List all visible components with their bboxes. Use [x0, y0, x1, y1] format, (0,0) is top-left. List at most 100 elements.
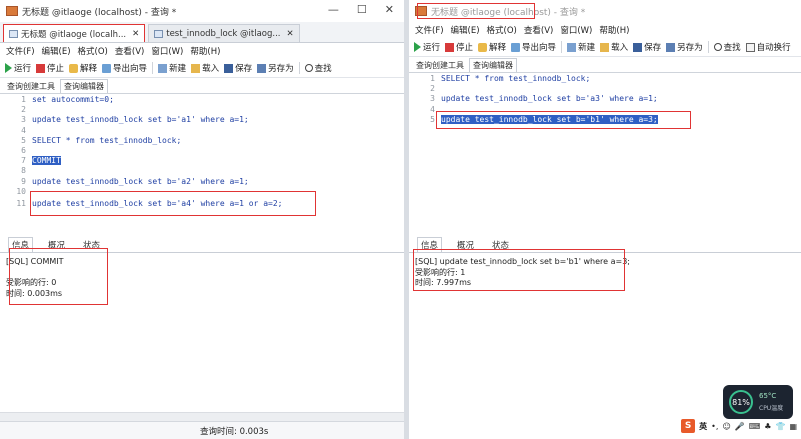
- new-button[interactable]: 新建: [158, 62, 186, 74]
- wrap-icon: [745, 42, 755, 52]
- explain-button[interactable]: 解释: [478, 41, 506, 53]
- query-time: 查询时间: 0.003s: [200, 426, 269, 437]
- find-label: 查找: [723, 43, 741, 53]
- grid-icon[interactable]: ▦: [789, 422, 797, 431]
- code-line: 4: [0, 126, 404, 136]
- export-label: 导出向导: [522, 43, 557, 53]
- keyboard-icon[interactable]: ⌨: [749, 422, 761, 431]
- save-as-button[interactable]: 另存为: [257, 62, 294, 74]
- menu-file[interactable]: 文件(F): [6, 45, 35, 57]
- menu-bar: 文件(F) 编辑(E) 格式(O) 查看(V) 窗口(W) 帮助(H): [409, 23, 801, 37]
- toolbar-separator: [152, 62, 154, 74]
- menu-file[interactable]: 文件(F): [415, 24, 444, 36]
- menu-view[interactable]: 查看(V): [115, 45, 144, 57]
- code-text: update test_innodb_lock set b='a3' where…: [441, 94, 658, 104]
- run-button[interactable]: 运行: [414, 41, 440, 53]
- stop-button[interactable]: 停止: [445, 41, 473, 53]
- tab-label: 无标题 @itlaoge (localh...: [21, 29, 127, 40]
- new-button[interactable]: 新建: [567, 41, 595, 53]
- system-tray: S 英 •, ☺ 🎤 ⌨ ♣ 👕 ▦: [681, 419, 797, 433]
- code-text: update test_innodb_lock set b='a1' where…: [32, 115, 249, 125]
- export-wizard-button[interactable]: 导出向导: [511, 41, 556, 53]
- code-line: 5 SELECT * from test_innodb_lock;: [0, 136, 404, 146]
- tab-query-builder[interactable]: 查询创建工具: [413, 59, 467, 72]
- new-icon: [158, 63, 168, 73]
- menu-edit[interactable]: 编辑(E): [42, 45, 71, 57]
- line-number: 3: [430, 94, 435, 104]
- save-as-button[interactable]: 另存为: [666, 41, 703, 53]
- tshirt-icon[interactable]: 👕: [775, 422, 785, 431]
- table-icon: [154, 29, 164, 38]
- tab-query-builder[interactable]: 查询创建工具: [4, 80, 58, 93]
- save-label: 保存: [235, 64, 253, 74]
- save-button[interactable]: 保存: [224, 62, 252, 74]
- menu-window[interactable]: 窗口(W): [151, 45, 183, 57]
- tab-untitled-query[interactable]: 无标题 @itlaoge (localh... ✕: [3, 24, 146, 42]
- explain-button[interactable]: 解释: [69, 62, 97, 74]
- line-number: 7: [21, 156, 26, 166]
- tab-query-editor[interactable]: 查询编辑器: [60, 79, 108, 93]
- line-number: 1: [21, 95, 26, 104]
- tab-test-innodb-lock[interactable]: test_innodb_lock @itlaog... ✕: [148, 24, 300, 42]
- menu-view[interactable]: 查看(V): [524, 24, 553, 36]
- menu-help[interactable]: 帮助(H): [599, 24, 629, 36]
- skin-icon[interactable]: ♣: [764, 422, 771, 431]
- menu-format[interactable]: 格式(O): [487, 24, 517, 36]
- code-line: 2: [409, 84, 801, 94]
- ime-language[interactable]: 英: [699, 421, 707, 432]
- editor-subtabs: 查询创建工具 查询编辑器: [409, 58, 801, 73]
- search-icon: [304, 64, 313, 72]
- cpu-monitor-widget[interactable]: 81% 65°C CPU温度: [723, 385, 793, 419]
- line-number: 5: [21, 135, 26, 145]
- close-button[interactable]: ✕: [385, 3, 394, 16]
- stop-button[interactable]: 停止: [36, 62, 64, 74]
- run-label: 运行: [14, 64, 32, 74]
- auto-wrap-button[interactable]: 自动换行: [745, 41, 791, 53]
- maximize-button[interactable]: ☐: [357, 3, 367, 16]
- microphone-icon[interactable]: 🎤: [735, 422, 745, 431]
- ime-logo-icon[interactable]: S: [681, 419, 696, 433]
- tab-query-editor[interactable]: 查询编辑器: [469, 58, 517, 72]
- save-icon: [224, 63, 234, 73]
- selected-code-text: COMMIT: [32, 156, 61, 166]
- menu-edit[interactable]: 编辑(E): [451, 24, 480, 36]
- horizontal-scrollbar[interactable]: [0, 412, 404, 421]
- close-tab-icon[interactable]: ✕: [287, 29, 294, 39]
- minimize-button[interactable]: —: [328, 3, 339, 16]
- new-label: 新建: [169, 64, 187, 74]
- toolbar: 运行 停止 解释 导出向导 新建 载入 保存 另存为 查找: [0, 59, 404, 78]
- explain-label: 解释: [80, 64, 98, 74]
- export-wizard-button[interactable]: 导出向导: [102, 62, 147, 74]
- save-button[interactable]: 保存: [633, 41, 661, 53]
- line-number: 9: [21, 176, 26, 186]
- window-title: 无标题 @itlaoge (localhost) - 查询 *: [22, 7, 177, 18]
- line-number: 10: [16, 186, 26, 196]
- emoji-icon[interactable]: ☺: [722, 422, 730, 431]
- punctuation-icon[interactable]: •,: [711, 422, 718, 431]
- menu-help[interactable]: 帮助(H): [190, 45, 220, 57]
- menu-format[interactable]: 格式(O): [78, 45, 108, 57]
- find-button[interactable]: 查找: [713, 41, 741, 53]
- load-button[interactable]: 载入: [191, 62, 219, 74]
- export-label: 导出向导: [113, 64, 148, 74]
- line-number: 2: [21, 105, 26, 115]
- explain-icon: [478, 42, 488, 52]
- sql-editor[interactable]: 1 SELECT * from test_innodb_lock; 2 3 upda…: [409, 74, 801, 234]
- stop-label: 停止: [47, 64, 65, 74]
- load-button[interactable]: 载入: [600, 41, 628, 53]
- highlight-box: [30, 191, 316, 216]
- run-button[interactable]: 运行: [5, 62, 31, 74]
- highlight-box: [417, 3, 535, 19]
- stop-label: 停止: [456, 43, 474, 53]
- close-tab-icon[interactable]: ✕: [132, 29, 139, 39]
- explain-label: 解释: [489, 43, 507, 53]
- save-label: 保存: [644, 43, 662, 53]
- run-label: 运行: [423, 43, 441, 53]
- tab-label: test_innodb_lock @itlaog...: [166, 28, 281, 39]
- explain-icon: [69, 63, 79, 73]
- find-button[interactable]: 查找: [304, 62, 332, 74]
- highlight-box: [9, 248, 108, 305]
- code-line: 1 SELECT * from test_innodb_lock;: [409, 74, 801, 84]
- menu-window[interactable]: 窗口(W): [560, 24, 592, 36]
- save-as-icon: [257, 63, 267, 73]
